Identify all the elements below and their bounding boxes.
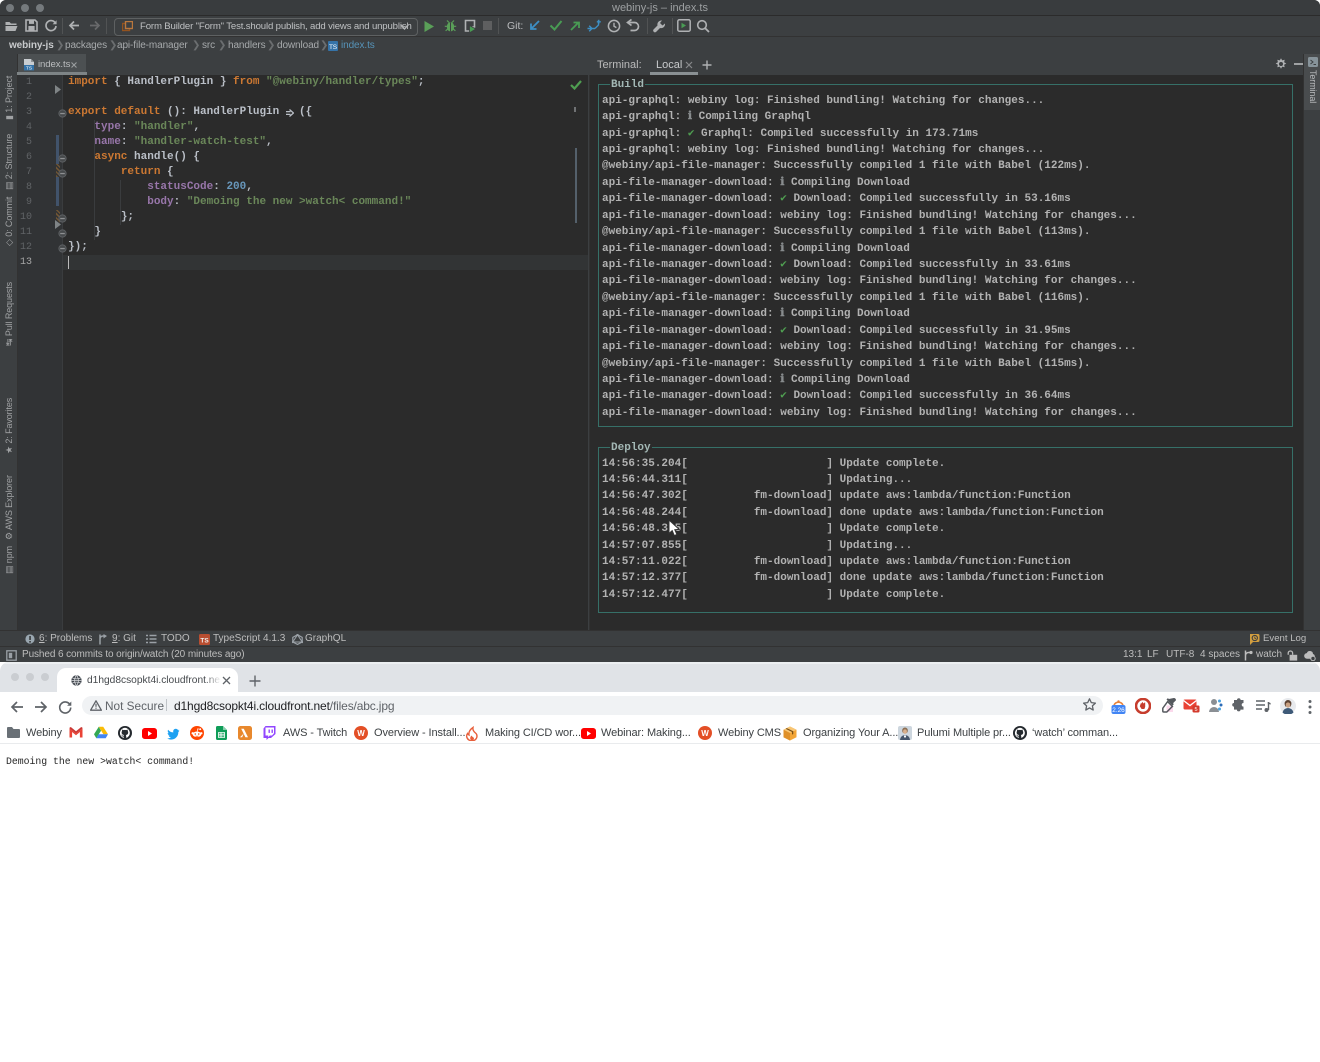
svg-text:2.26: 2.26 (1112, 707, 1125, 714)
svg-text:W: W (701, 729, 709, 738)
svg-text:5: 5 (1194, 707, 1197, 713)
svg-text:TS: TS (200, 637, 209, 644)
svg-text:W: W (357, 729, 365, 738)
svg-text:TS: TS (26, 65, 32, 70)
svg-text:TS: TS (329, 44, 338, 51)
